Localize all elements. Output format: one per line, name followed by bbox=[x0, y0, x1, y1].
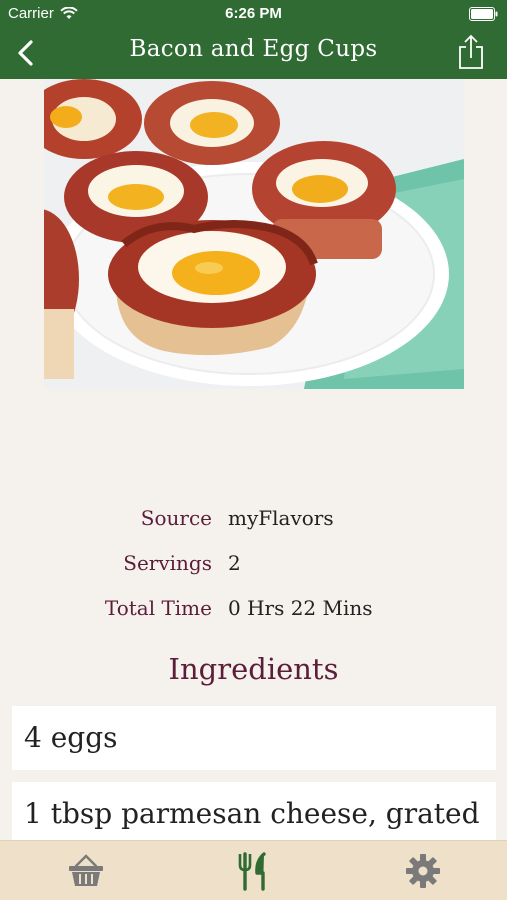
servings-value: 2 bbox=[228, 551, 241, 575]
clock: 6:26 PM bbox=[225, 5, 282, 22]
fork-knife-icon[interactable] bbox=[234, 851, 274, 891]
navigation-bar: Bacon and Egg Cups bbox=[0, 28, 507, 79]
ingredients-heading: Ingredients bbox=[168, 652, 339, 686]
page-title: Bacon and Egg Cups bbox=[129, 36, 378, 62]
total-time-label: Total Time bbox=[104, 596, 212, 620]
basket-icon[interactable] bbox=[66, 851, 106, 891]
share-icon[interactable] bbox=[457, 34, 485, 70]
recipe-photo bbox=[44, 79, 464, 389]
tab-bar bbox=[0, 840, 507, 900]
servings-label: Servings bbox=[123, 551, 212, 575]
total-time-value: 0 Hrs 22 Mins bbox=[228, 596, 373, 620]
source-value: myFlavors bbox=[228, 506, 334, 530]
ingredient-text: 1 tbsp parmesan cheese, grated bbox=[24, 797, 480, 830]
battery-icon bbox=[469, 7, 499, 25]
ingredient-text: 4 eggs bbox=[24, 721, 118, 754]
gear-icon[interactable] bbox=[403, 851, 443, 891]
status-bar: Carrier 6:26 PM bbox=[0, 0, 507, 28]
ingredient-item[interactable]: 4 eggs bbox=[12, 706, 496, 770]
source-label: Source bbox=[140, 506, 212, 530]
